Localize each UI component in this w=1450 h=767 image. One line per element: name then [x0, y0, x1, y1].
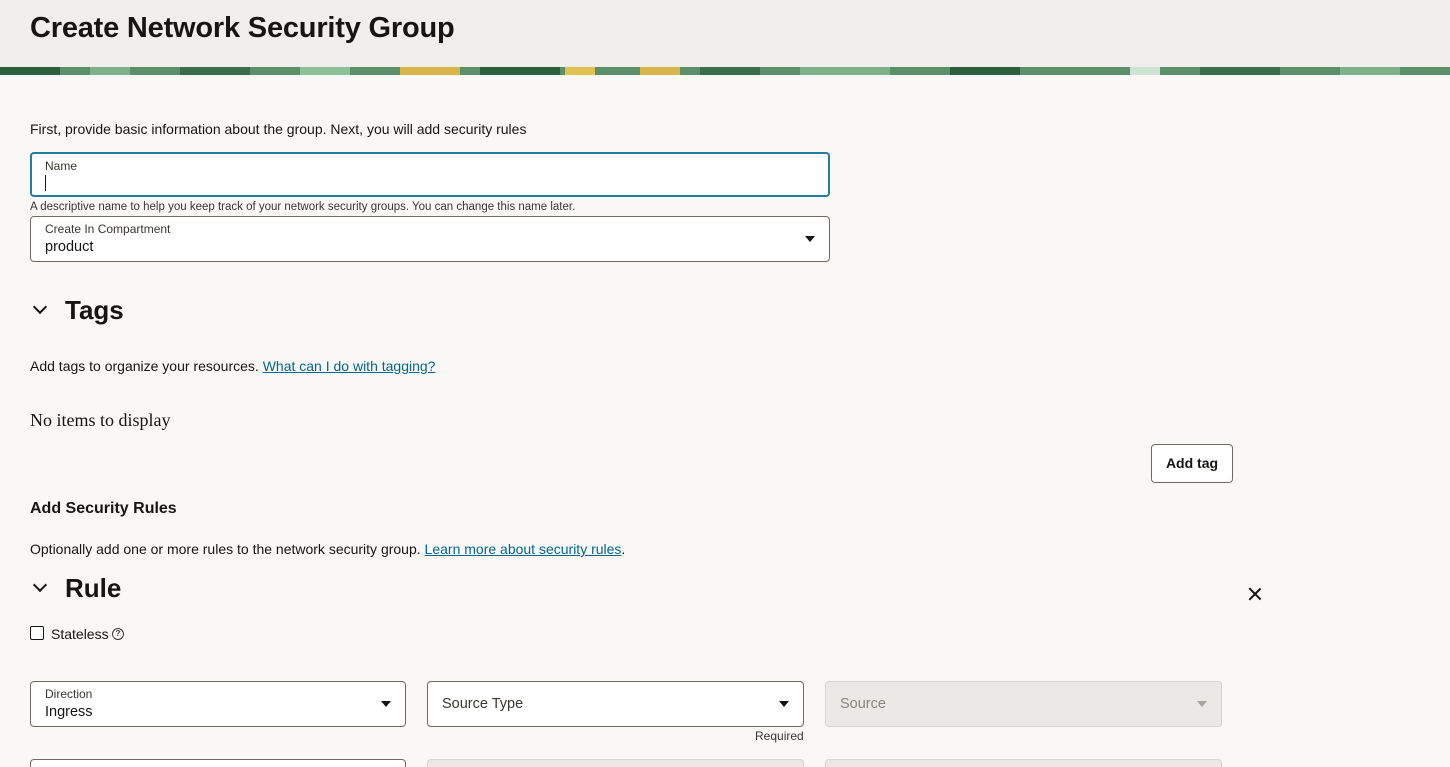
form-intro-text: First, provide basic information about t…: [30, 121, 527, 137]
security-rules-description-text: Optionally add one or more rules to the …: [30, 541, 421, 557]
page-header: Create Network Security Group: [0, 0, 1450, 67]
security-rules-help-link[interactable]: Learn more about security rules: [425, 541, 622, 557]
chevron-down-icon[interactable]: [32, 299, 48, 315]
tags-empty-message: No items to display: [30, 410, 171, 430]
name-field-label: Name: [45, 159, 78, 173]
caret-down-icon: [779, 701, 789, 707]
tagging-help-link[interactable]: What can I do with tagging?: [263, 358, 436, 374]
text-cursor: [45, 175, 46, 191]
caret-down-icon: [1197, 701, 1207, 707]
compartment-select-value: product: [45, 239, 94, 255]
direction-select-value: Ingress: [45, 704, 93, 720]
direction-select-label: Direction: [45, 687, 93, 701]
next-row-field-disabled: [427, 759, 804, 767]
security-rules-link-suffix: .: [621, 541, 626, 557]
tags-description: Add tags to organize your resources. Wha…: [30, 358, 435, 374]
chevron-down-icon[interactable]: [32, 577, 48, 593]
security-rules-description: Optionally add one or more rules to the …: [30, 541, 625, 557]
source-type-placeholder: Source Type: [442, 696, 524, 712]
decorative-banner: [0, 67, 1450, 75]
add-tag-button[interactable]: Add tag: [1151, 444, 1233, 483]
compartment-select[interactable]: Create In Compartment product: [30, 216, 830, 262]
close-icon[interactable]: [1247, 586, 1263, 602]
tags-description-text: Add tags to organize your resources.: [30, 358, 259, 374]
caret-down-icon: [805, 236, 815, 242]
direction-select[interactable]: Direction Ingress: [30, 681, 406, 727]
page-title: Create Network Security Group: [30, 12, 455, 44]
rule-heading[interactable]: Rule: [65, 573, 121, 604]
stateless-checkbox[interactable]: [30, 626, 44, 640]
security-rules-heading: Add Security Rules: [30, 500, 177, 517]
help-icon[interactable]: ?: [112, 628, 124, 640]
compartment-select-label: Create In Compartment: [45, 222, 171, 236]
tags-heading[interactable]: Tags: [65, 295, 124, 326]
name-field[interactable]: Name: [30, 152, 830, 197]
name-hint-text: A descriptive name to help you keep trac…: [30, 201, 576, 213]
source-select: Source: [825, 681, 1222, 727]
caret-down-icon: [381, 701, 391, 707]
source-type-select[interactable]: Source Type: [427, 681, 804, 727]
stateless-label: Stateless: [51, 626, 109, 642]
required-text: Required: [755, 729, 804, 743]
source-placeholder: Source: [840, 696, 886, 712]
next-row-field-disabled: [825, 759, 1222, 767]
next-row-field[interactable]: [30, 759, 406, 767]
